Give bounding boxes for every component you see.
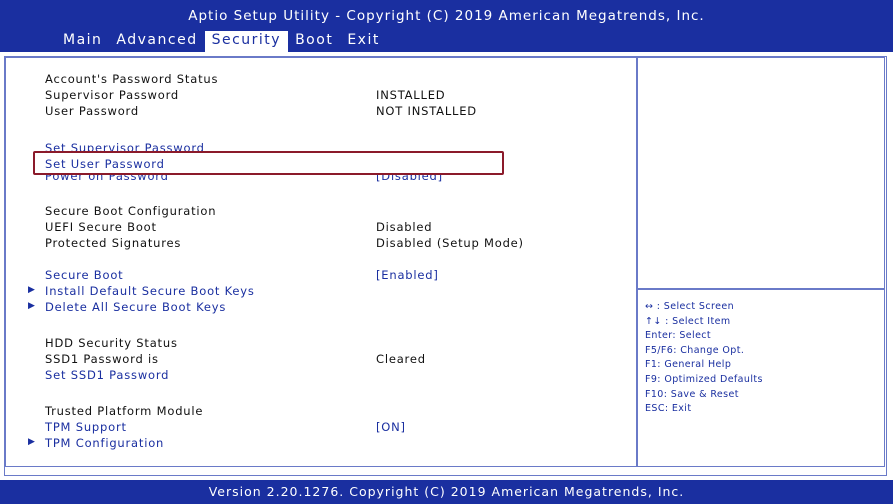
supervisor-password-label: Supervisor Password xyxy=(45,88,180,102)
submenu-arrow-icon: ▶ xyxy=(28,285,36,295)
header-bar: Aptio Setup Utility - Copyright (C) 2019… xyxy=(0,0,893,52)
menu-exit[interactable]: Exit xyxy=(340,31,387,52)
tpm-heading: Trusted Platform Module xyxy=(45,404,204,418)
ssd1-password-value: Cleared xyxy=(376,352,426,366)
tpm-configuration-label: TPM Configuration xyxy=(45,436,165,450)
help-optimized-defaults: F9: Optimized Defaults xyxy=(645,373,763,385)
supervisor-password-row: Supervisor Password INSTALLED xyxy=(6,88,626,104)
install-default-keys-item[interactable]: ▶ Install Default Secure Boot Keys xyxy=(6,284,626,300)
protected-signatures-value: Disabled (Setup Mode) xyxy=(376,236,524,250)
user-password-label: User Password xyxy=(45,104,139,118)
submenu-arrow-icon: ▶ xyxy=(28,437,36,447)
help-select-item: ↑↓ : Select Item xyxy=(645,315,731,327)
item-description-frame xyxy=(637,57,885,289)
secure-boot-value: [Enabled] xyxy=(376,268,439,282)
set-user-password-label: Set User Password xyxy=(45,157,165,171)
help-change-option: F5/F6: Change Opt. xyxy=(645,344,745,356)
help-enter-select: Enter: Select xyxy=(645,330,712,342)
supervisor-password-value: INSTALLED xyxy=(376,88,446,102)
tpm-support-item[interactable]: TPM Support [ON] xyxy=(6,420,626,436)
set-user-password-item[interactable]: Set User Password xyxy=(33,151,504,175)
tpm-support-value: [ON] xyxy=(376,420,406,434)
help-exit: ESC: Exit xyxy=(645,403,692,415)
power-on-password-item[interactable]: Power on Password [Disabled] xyxy=(6,175,626,187)
secure-boot-config-heading: Secure Boot Configuration xyxy=(45,204,217,218)
set-ssd1-password-item[interactable]: Set SSD1 Password xyxy=(6,368,626,384)
tpm-support-label: TPM Support xyxy=(45,420,127,434)
protected-signatures-label: Protected Signatures xyxy=(45,236,182,250)
set-ssd1-password-label: Set SSD1 Password xyxy=(45,368,170,382)
submenu-arrow-icon: ▶ xyxy=(28,301,36,311)
hdd-security-heading: HDD Security Status xyxy=(45,336,178,350)
app-title: Aptio Setup Utility - Copyright (C) 2019… xyxy=(188,8,705,24)
protected-signatures-row: Protected Signatures Disabled (Setup Mod… xyxy=(6,236,626,252)
tpm-configuration-item[interactable]: ▶ TPM Configuration xyxy=(6,436,626,452)
uefi-secure-boot-row: UEFI Secure Boot Disabled xyxy=(6,220,626,236)
user-password-value: NOT INSTALLED xyxy=(376,104,477,118)
settings-frame: Account's Password Status Supervisor Pas… xyxy=(5,57,637,467)
secure-boot-label: Secure Boot xyxy=(45,268,124,282)
help-select-screen: ↔ : Select Screen xyxy=(645,301,734,312)
menu-security[interactable]: Security xyxy=(204,31,289,52)
menu-advanced[interactable]: Advanced xyxy=(109,31,204,52)
account-status-heading: Account's Password Status xyxy=(45,72,219,86)
footer-version: Version 2.20.1276. Copyright (C) 2019 Am… xyxy=(0,480,893,501)
help-general-help: F1: General Help xyxy=(645,359,732,371)
menu-boot[interactable]: Boot xyxy=(288,31,340,52)
uefi-secure-boot-value: Disabled xyxy=(376,220,433,234)
secure-boot-item[interactable]: Secure Boot [Enabled] xyxy=(6,268,626,284)
ssd1-password-row: SSD1 Password is Cleared xyxy=(6,352,626,368)
help-save-reset: F10: Save & Reset xyxy=(645,388,739,400)
key-help: ↔ : Select Screen ↑↓ : Select Item Enter… xyxy=(645,300,881,417)
menu-main[interactable]: Main xyxy=(56,31,109,52)
delete-all-keys-label: Delete All Secure Boot Keys xyxy=(45,300,227,314)
install-default-keys-label: Install Default Secure Boot Keys xyxy=(45,284,255,298)
menu-bar: Main Advanced Security Boot Exit xyxy=(56,31,387,52)
uefi-secure-boot-label: UEFI Secure Boot xyxy=(45,220,157,234)
delete-all-keys-item[interactable]: ▶ Delete All Secure Boot Keys xyxy=(6,300,626,316)
user-password-row: User Password NOT INSTALLED xyxy=(6,104,626,120)
ssd1-password-label: SSD1 Password is xyxy=(45,352,159,366)
main-panel: Account's Password Status Supervisor Pas… xyxy=(0,52,893,480)
